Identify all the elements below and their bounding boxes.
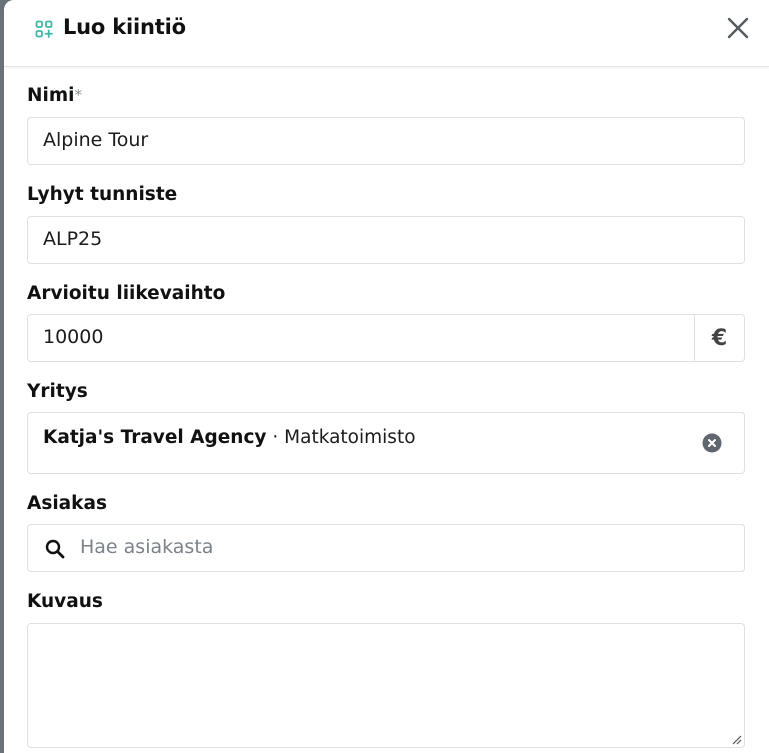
search-icon [45, 539, 65, 559]
dialog-header: Luo kiintiö [4, 0, 769, 67]
description-label: Kuvaus [27, 591, 103, 612]
required-mark: * [74, 86, 82, 104]
clear-circle-icon[interactable] [702, 433, 722, 453]
customer-label: Asiakas [27, 493, 107, 514]
short-id-input[interactable]: ALP25 [27, 216, 745, 264]
turnover-label: Arvioitu liikevaihto [27, 283, 226, 304]
close-icon[interactable] [725, 15, 751, 41]
dialog-title: Luo kiintiö [63, 15, 186, 39]
customer-search-placeholder: Hae asiakasta [80, 536, 214, 558]
name-label: Nimi* [27, 85, 82, 106]
description-textarea[interactable] [27, 623, 745, 748]
company-label: Yritys [27, 381, 88, 402]
short-id-input-value: ALP25 [43, 228, 103, 250]
add-grid-icon [35, 20, 53, 38]
currency-suffix: € [694, 315, 744, 361]
company-select[interactable]: Katja's Travel Agency · Matkatoimisto [27, 412, 745, 474]
company-type: Matkatoimisto [284, 427, 416, 448]
short-id-label: Lyhyt tunniste [27, 184, 178, 205]
create-quota-dialog: Luo kiintiö Nimi* Alpine Tour Lyhyt tunn… [4, 0, 769, 753]
company-selected-value: Katja's Travel Agency · Matkatoimisto [43, 427, 416, 448]
resize-handle-icon[interactable] [730, 733, 742, 745]
name-input-value: Alpine Tour [43, 129, 149, 151]
customer-search-input[interactable]: Hae asiakasta [27, 524, 745, 572]
turnover-input[interactable]: 10000 € [27, 314, 745, 362]
name-input[interactable]: Alpine Tour [27, 117, 745, 165]
turnover-input-value: 10000 [43, 326, 104, 348]
company-name: Katja's Travel Agency [43, 427, 267, 448]
company-separator: · [266, 427, 285, 448]
name-label-text: Nimi [27, 85, 75, 106]
